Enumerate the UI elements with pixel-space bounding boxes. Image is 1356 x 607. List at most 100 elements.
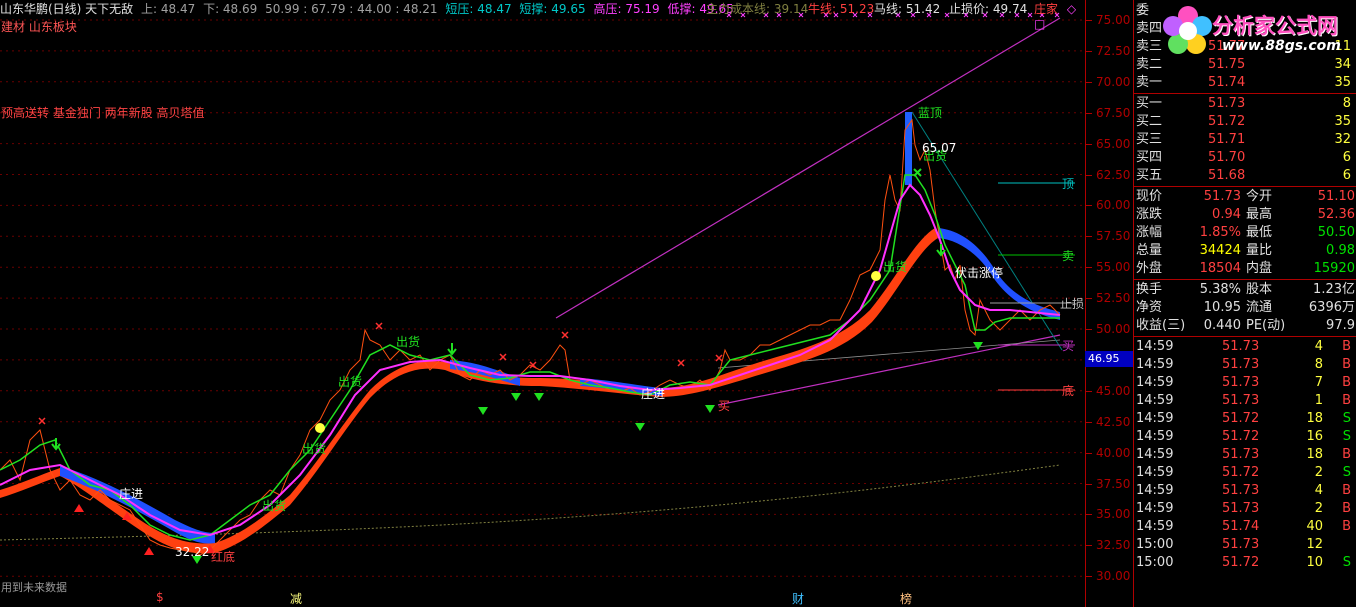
tick-time: 14:59	[1136, 519, 1174, 534]
price-tick-label: 35.00	[1085, 507, 1131, 522]
bid-row[interactable]: 买一 51.73 8	[1134, 95, 1356, 113]
price-tick-label: 57.50	[1085, 229, 1131, 244]
stat-value: 1.23亿	[1313, 282, 1355, 297]
stat-label: 总量	[1136, 243, 1163, 258]
stat-row[interactable]: 现价 51.73 今开 51.10	[1134, 188, 1356, 206]
stat-label: 最低	[1246, 225, 1273, 240]
trade-tick-row[interactable]: 14:59 51.72 16 S	[1134, 428, 1356, 446]
trade-tick-row[interactable]: 14:59 51.73 4 B	[1134, 482, 1356, 500]
quote-panel: 委卖四 卖三 51.77 11 卖二 51.75 34 卖一 51.74 35 买一 51.73 8 买二…	[1133, 0, 1356, 607]
tick-side: B	[1342, 483, 1351, 498]
price-axis[interactable]: 75.00 72.50 70.00 67.50 65.00 62.50 60.00 57.50…	[1085, 0, 1134, 607]
tick-volume: 40	[1306, 519, 1323, 534]
price-chart-svg[interactable]	[0, 0, 1085, 607]
event-mark-list[interactable]: 榜	[900, 590, 912, 607]
tick-volume: 18	[1306, 447, 1323, 462]
stat-label: 内盘	[1246, 261, 1273, 276]
tick-price: 51.72	[1222, 411, 1260, 426]
trade-tick-row[interactable]: 14:59 51.72 2 S	[1134, 464, 1356, 482]
panel-divider	[1134, 336, 1356, 337]
trade-tick-row[interactable]: 14:59 51.73 4 B	[1134, 338, 1356, 356]
bid-price: 51.73	[1208, 96, 1246, 111]
stat-value: 52.36	[1317, 207, 1355, 222]
concept-tags: 预高送转 基金独门 两年新股 高贝塔值	[1, 106, 205, 120]
stat-row[interactable]: 净资 10.95 流通 6396万	[1134, 299, 1356, 317]
trade-tick-row[interactable]: 14:59 51.73 1 B	[1134, 392, 1356, 410]
bid-label: 买一	[1136, 96, 1163, 111]
tick-time: 14:59	[1136, 483, 1174, 498]
diamond-icon[interactable]: ◇	[1067, 2, 1076, 16]
tick-time: 14:59	[1136, 357, 1174, 372]
stat-value: 0.98	[1326, 243, 1355, 258]
bid-volume: 6	[1342, 168, 1351, 183]
price-tick-label: 72.50	[1085, 43, 1131, 58]
stat-value: 10.95	[1203, 300, 1241, 315]
stat-row[interactable]: 涨跌 0.94 最高 52.36	[1134, 206, 1356, 224]
stat-value: 1.85%	[1199, 225, 1241, 240]
range-values: 50.99 : 67.79 : 44.00 : 48.21	[265, 2, 438, 16]
chu-huo-label: 出货	[262, 499, 287, 513]
trade-tick-row[interactable]: 14:59 51.72 18 S	[1134, 410, 1356, 428]
price-tick-label: 62.50	[1085, 167, 1131, 182]
wei-label: 委	[1136, 3, 1150, 18]
stat-row[interactable]: 涨幅 1.85% 最低 50.50	[1134, 224, 1356, 242]
stat-row[interactable]: 收益(三) 0.440 PE(动) 97.9	[1134, 317, 1356, 335]
price-tick-label: 52.50	[1085, 291, 1131, 306]
bid-row[interactable]: 买五 51.68 6	[1134, 167, 1356, 185]
event-mark-dividend[interactable]: $	[156, 590, 164, 604]
green-x-mark	[913, 168, 922, 177]
trade-tick-row[interactable]: 14:59 51.74 40 B	[1134, 518, 1356, 536]
tick-time: 14:59	[1136, 393, 1174, 408]
stat-label: 流通	[1246, 300, 1273, 315]
tick-side: S	[1342, 555, 1351, 570]
stat-value: 51.10	[1317, 189, 1355, 204]
price-tick-label: 55.00	[1085, 260, 1131, 275]
bid-label: 买五	[1136, 168, 1163, 183]
bid-price: 51.71	[1208, 132, 1246, 147]
price-tick-label: 50.00	[1085, 322, 1131, 336]
green-down-triangle	[534, 393, 544, 401]
tick-volume: 1	[1314, 393, 1323, 408]
bottom-side-label: 底	[1062, 384, 1075, 398]
tick-volume: 18	[1306, 411, 1323, 426]
stat-value: 15920	[1313, 261, 1355, 276]
bid-row[interactable]: 买三 51.71 32	[1134, 131, 1356, 149]
trade-tick-row[interactable]: 14:59 51.73 18 B	[1134, 446, 1356, 464]
event-mark-reduce[interactable]: 减	[290, 590, 302, 607]
square-icon[interactable]: □	[1034, 17, 1045, 31]
bid-row[interactable]: 买二 51.72 35	[1134, 113, 1356, 131]
trade-tick-row[interactable]: 14:59 51.73 2 B	[1134, 500, 1356, 518]
ask-label: 卖二	[1136, 57, 1163, 72]
stat-row[interactable]: 换手 5.38% 股本 1.23亿	[1134, 281, 1356, 299]
bid-row[interactable]: 买四 51.70 6	[1134, 149, 1356, 167]
trade-tick-row[interactable]: 14:59 51.73 7 B	[1134, 374, 1356, 392]
price-tick-label: 42.50	[1085, 414, 1131, 429]
trade-tick-row[interactable]: 14:59 51.73 8 B	[1134, 356, 1356, 374]
kline-chart[interactable]: 山东华鹏(日线) 天下无敌 上: 48.47 下: 48.69 50.99 : …	[0, 0, 1085, 607]
bid-label: 买二	[1136, 114, 1163, 129]
current-price-marker: 46.95	[1085, 351, 1134, 367]
trade-tick-row[interactable]: 15:00 51.73 12	[1134, 536, 1356, 554]
short-press: 短压: 48.47	[445, 2, 512, 16]
green-down-arrow	[447, 343, 457, 356]
yellow-dot	[315, 423, 325, 433]
price-tick-label: 45.00	[1085, 383, 1131, 398]
price-tick-label: 70.00	[1085, 74, 1131, 89]
high-price-label: 65.07	[922, 141, 957, 155]
ask-row[interactable]: 卖一 51.74 35	[1134, 74, 1356, 92]
chu-huo-label: 出货	[396, 335, 421, 349]
site-logo: 分析家公式网 www.88gs.com	[1162, 4, 1356, 56]
event-mark-finance[interactable]: 财	[792, 590, 804, 607]
stat-row[interactable]: 外盘 18504 内盘 15920	[1134, 260, 1356, 278]
ask-row[interactable]: 卖二 51.75 34	[1134, 56, 1356, 74]
trade-tick-row[interactable]: 15:00 51.72 10 S	[1134, 554, 1356, 572]
stat-row[interactable]: 总量 34424 量比 0.98	[1134, 242, 1356, 260]
tick-time: 15:00	[1136, 537, 1174, 552]
tick-time: 14:59	[1136, 429, 1174, 444]
stock-title: 山东华鹏(日线) 天下无敌	[0, 2, 134, 16]
red-x-mark	[499, 353, 507, 361]
tick-volume: 2	[1314, 465, 1323, 480]
tick-time: 14:59	[1136, 375, 1174, 390]
red-x-mark	[38, 417, 46, 425]
tick-side: S	[1342, 465, 1351, 480]
